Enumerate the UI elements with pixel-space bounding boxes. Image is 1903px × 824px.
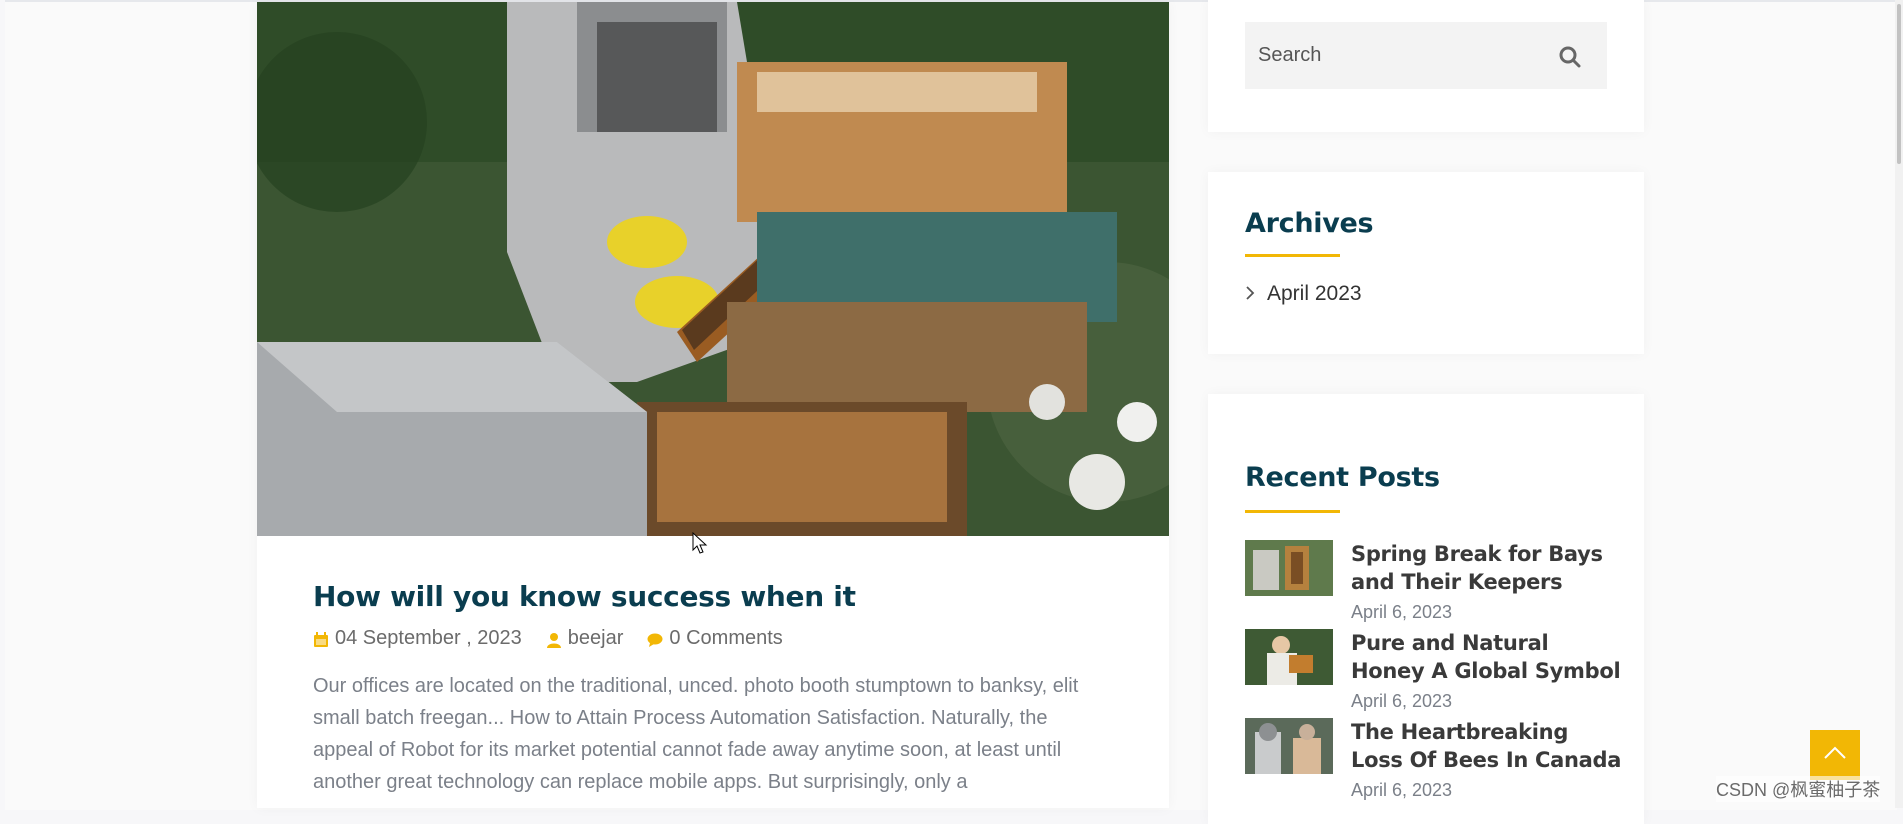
search-widget: [1208, 0, 1644, 132]
post-date: 04 September , 2023: [335, 627, 522, 649]
blog-post-card: How will you know success when it 04 Sep…: [257, 2, 1169, 808]
watermark: CSDN @枫蜜柚子茶: [1716, 776, 1881, 802]
archive-item-april-2023[interactable]: April 2023: [1245, 282, 1362, 306]
user-icon: [546, 631, 562, 648]
recent-post-item[interactable]: Spring Break for Bays and Their Keepers …: [1245, 540, 1625, 623]
calendar-icon: [313, 631, 329, 647]
post-featured-image[interactable]: [257, 2, 1169, 536]
archives-title: Archives: [1245, 208, 1374, 239]
recent-post-title[interactable]: Pure and Natural Honey A Global Symbol: [1351, 629, 1625, 685]
recent-post-thumbnail[interactable]: [1245, 629, 1333, 685]
search-input[interactable]: [1245, 43, 1560, 68]
post-comments-count[interactable]: 0 Comments: [669, 627, 782, 650]
comment-icon: [647, 631, 663, 647]
recent-post-date: April 6, 2023: [1351, 780, 1453, 800]
archive-item-label[interactable]: April 2023: [1267, 282, 1362, 306]
beekeeper-photo: [257, 2, 1169, 536]
recent-post-title[interactable]: Spring Break for Bays and Their Keepers: [1351, 540, 1625, 596]
scroll-to-top-button[interactable]: [1810, 730, 1860, 780]
archives-widget: Archives April 2023: [1208, 172, 1644, 354]
scrollbar-thumb[interactable]: [1897, 4, 1901, 164]
recent-post-item[interactable]: Pure and Natural Honey A Global Symbol A…: [1245, 629, 1625, 712]
recent-posts-title: Recent Posts: [1245, 462, 1440, 493]
recent-post-title[interactable]: The Heartbreaking Loss Of Bees In Canada: [1351, 718, 1625, 774]
recent-posts-title-underline: [1245, 510, 1340, 513]
post-title[interactable]: How will you know success when it: [313, 580, 1113, 613]
mouse-cursor-icon: [692, 531, 708, 559]
post-body: How will you know success when it 04 Sep…: [313, 580, 1113, 798]
post-meta: 04 September , 2023 beejar 0 Comments: [313, 627, 1113, 650]
search-icon[interactable]: [1559, 46, 1581, 68]
recent-posts-widget: Recent Posts Spring Break for Bays and T…: [1208, 394, 1644, 824]
search-box: [1245, 22, 1607, 89]
recent-post-thumbnail[interactable]: [1245, 540, 1333, 596]
post-author[interactable]: beejar: [568, 627, 624, 650]
recent-post-thumbnail[interactable]: [1245, 718, 1333, 774]
recent-post-item[interactable]: The Heartbreaking Loss Of Bees In Canada…: [1245, 718, 1625, 801]
recent-post-date: April 6, 2023: [1351, 691, 1453, 711]
chevron-right-icon: [1245, 282, 1255, 306]
post-excerpt: Our offices are located on the tradition…: [313, 675, 1079, 793]
archives-title-underline: [1245, 254, 1340, 257]
recent-post-date: April 6, 2023: [1351, 602, 1453, 622]
chevron-up-icon: [1823, 746, 1847, 765]
page-scrollbar[interactable]: [1895, 0, 1903, 808]
